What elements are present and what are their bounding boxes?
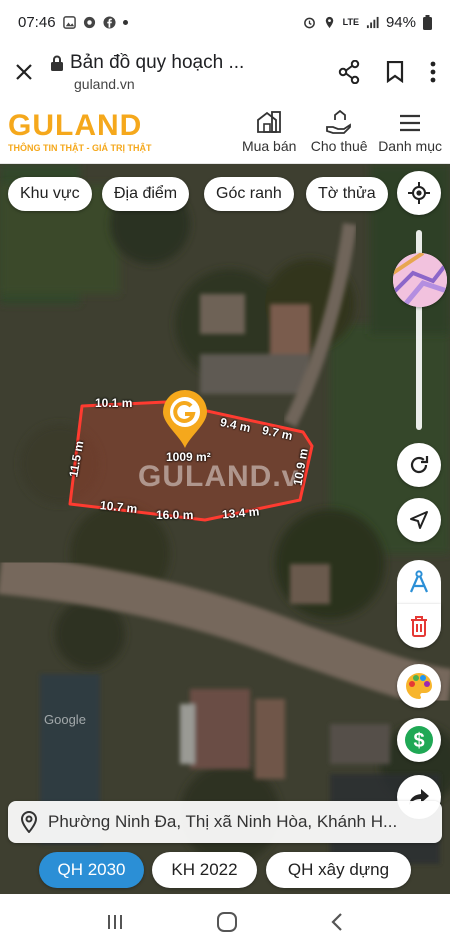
filter-to-thua[interactable]: Tờ thửa xyxy=(306,177,388,211)
trash-icon xyxy=(411,616,427,637)
bookmark-icon[interactable] xyxy=(386,61,404,83)
crosshair-icon xyxy=(408,182,430,204)
browser-toolbar: Bản đồ quy hoạch ... guland.vn xyxy=(0,44,450,100)
price-button[interactable]: $ xyxy=(397,718,441,762)
google-attribution: Google xyxy=(44,712,86,727)
satellite-map: GULAND.v Google xyxy=(0,164,450,894)
address-bar[interactable]: Phường Ninh Đa, Thị xã Ninh Hòa, Khánh H… xyxy=(8,801,442,843)
filter-dia-diem[interactable]: Địa điểm xyxy=(102,177,190,211)
map-pin-icon[interactable] xyxy=(160,388,210,450)
plan-kh-2022-button[interactable]: KH 2022 xyxy=(152,852,257,888)
navigate-button[interactable] xyxy=(397,498,441,542)
location-icon xyxy=(325,16,333,28)
lock-icon xyxy=(51,55,63,71)
measure-tool-button[interactable] xyxy=(397,560,441,604)
filter-goc-ranh[interactable]: Góc ranh xyxy=(204,177,294,211)
nav-mua-ban[interactable]: Mua bán xyxy=(238,110,300,154)
guland-logo[interactable]: GULAND THÔNG TIN THẬT - GIÁ TRỊ THẬT xyxy=(8,110,168,153)
navigation-arrow-icon xyxy=(410,511,428,529)
signal-icon xyxy=(366,16,379,28)
measure-label: 16.0 m xyxy=(156,508,194,522)
browser-title-block[interactable]: Bản đồ quy hoạch ... guland.vn xyxy=(50,52,310,92)
close-icon[interactable] xyxy=(14,62,34,82)
compass-measure-icon xyxy=(409,570,429,593)
alarm-icon xyxy=(303,17,315,28)
android-nav-bar xyxy=(0,894,450,950)
clock: 07:46 xyxy=(18,13,56,31)
map-view[interactable]: GULAND.v Google xyxy=(0,164,450,894)
house-icon xyxy=(257,110,282,133)
address-text: Phường Ninh Đa, Thị xã Ninh Hòa, Khánh H… xyxy=(48,812,398,831)
delete-button[interactable] xyxy=(397,604,441,648)
network-type: LTE xyxy=(342,17,359,27)
nav-danh-muc[interactable]: Danh mục xyxy=(378,112,442,154)
facebook-icon xyxy=(103,15,116,29)
home-icon[interactable] xyxy=(216,911,238,933)
status-bar: 07:46 LTE 94% xyxy=(0,0,450,44)
battery-icon xyxy=(423,14,432,30)
page-url: guland.vn xyxy=(74,76,135,92)
nav-cho-thue[interactable]: Cho thuê xyxy=(308,109,370,154)
measure-label: 10.1 m xyxy=(95,396,133,410)
menu-icon xyxy=(400,114,421,131)
plan-qh-2030-button[interactable]: QH 2030 xyxy=(39,852,144,888)
share-icon[interactable] xyxy=(338,60,360,84)
site-header: GULAND THÔNG TIN THẬT - GIÁ TRỊ THẬT Mua… xyxy=(0,100,450,164)
battery-level: 94% xyxy=(385,13,416,31)
more-vert-icon[interactable] xyxy=(430,61,436,83)
planning-layer-thumb[interactable] xyxy=(393,253,447,307)
chrome-icon xyxy=(83,16,95,28)
svg-text:$: $ xyxy=(413,730,424,752)
recents-icon[interactable] xyxy=(105,912,125,932)
page-title: Bản đồ quy hoạch ... xyxy=(70,52,245,73)
refresh-button[interactable] xyxy=(397,443,441,487)
dollar-icon: $ xyxy=(405,726,433,754)
plan-qh-xay-dung-button[interactable]: QH xây dựng xyxy=(266,852,411,888)
plan-map-icon xyxy=(393,253,447,307)
map-style-button[interactable] xyxy=(397,664,441,708)
plot-area-label: 1009 m² xyxy=(166,450,211,464)
map-watermark: GULAND.v xyxy=(138,460,299,493)
logo-tagline: THÔNG TIN THẬT - GIÁ TRỊ THẬT xyxy=(8,142,152,153)
notification-dot xyxy=(122,19,128,25)
filter-khu-vuc[interactable]: Khu vực xyxy=(8,177,92,211)
location-pin-icon xyxy=(20,811,38,833)
palette-icon xyxy=(406,673,432,699)
my-location-button[interactable] xyxy=(397,171,441,215)
back-icon[interactable] xyxy=(329,912,345,932)
hand-house-icon xyxy=(326,109,352,134)
refresh-icon xyxy=(410,456,429,474)
gallery-icon xyxy=(62,15,76,29)
